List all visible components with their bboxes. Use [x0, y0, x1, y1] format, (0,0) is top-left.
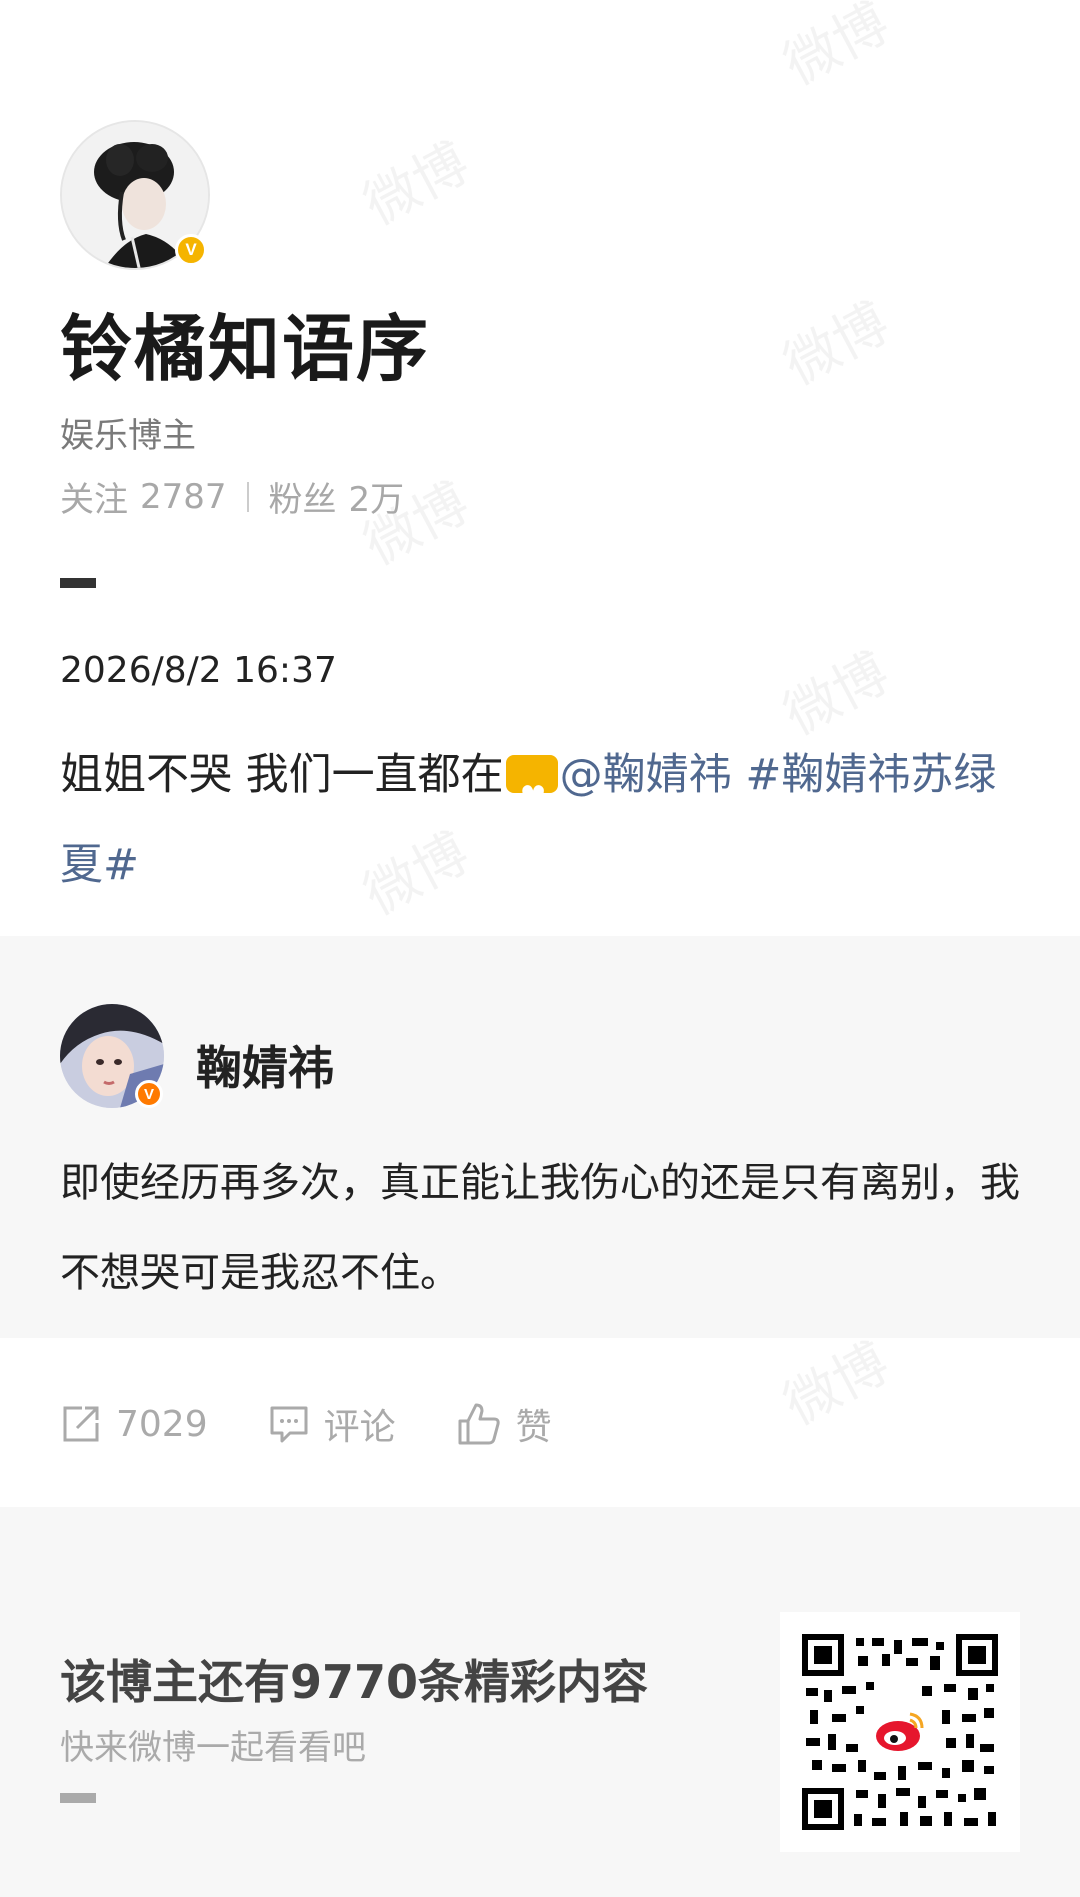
post-body: 姐姐不哭 我们一直都在@鞠婧祎 #鞠婧祎苏绿夏#	[60, 730, 1020, 910]
action-bar: 7029 评论 赞	[60, 1398, 612, 1450]
post-text: 姐姐不哭 我们一直都在	[60, 750, 504, 800]
author-role: 娱乐博主	[60, 416, 196, 456]
comment-icon	[270, 1406, 308, 1443]
followers-count[interactable]: 2万	[349, 472, 405, 521]
author-stats: 关注 2787 粉丝 2万	[60, 472, 404, 521]
following-label[interactable]: 关注	[60, 472, 128, 521]
post-timestamp: 2026/8/2 16:37	[60, 650, 337, 691]
repost-author-name[interactable]: 鞠婧祎	[196, 1032, 334, 1098]
share-count: 7029	[116, 1403, 208, 1445]
share-button[interactable]: 7029	[60, 1403, 208, 1445]
heart-hands-emoji-icon	[505, 753, 558, 843]
footer-title: 该博主还有9770条精彩内容	[60, 1655, 649, 1709]
qr-code[interactable]	[780, 1612, 1020, 1852]
repost-text: 即使经历再多次，真正能让我伤心的还是只有离别，我不想哭可是我忍不住。	[60, 1160, 1020, 1296]
like-label: 赞	[515, 1407, 552, 1448]
verified-badge-icon: V	[175, 234, 207, 266]
watermark-text: 微博	[768, 0, 900, 100]
comment-button[interactable]: 评论	[268, 1398, 396, 1450]
footer-subtitle: 快来微博一起看看吧	[60, 1728, 366, 1768]
following-count[interactable]: 2787	[140, 477, 227, 517]
share-icon	[63, 1406, 99, 1442]
like-button[interactable]: 赞	[456, 1398, 552, 1450]
section-marker	[60, 578, 96, 588]
watermark-text: 微博	[768, 279, 900, 399]
like-icon	[458, 1403, 500, 1445]
comment-label: 评论	[323, 1407, 396, 1448]
author-name[interactable]: 铃橘知语序	[60, 290, 430, 395]
footer-marker	[60, 1793, 96, 1803]
mention-link[interactable]: @鞠婧祎	[560, 750, 732, 800]
followers-label[interactable]: 粉丝	[269, 472, 337, 521]
watermark-text: 微博	[348, 119, 480, 239]
verified-badge-icon: V	[135, 1080, 163, 1108]
stats-divider	[246, 481, 249, 512]
